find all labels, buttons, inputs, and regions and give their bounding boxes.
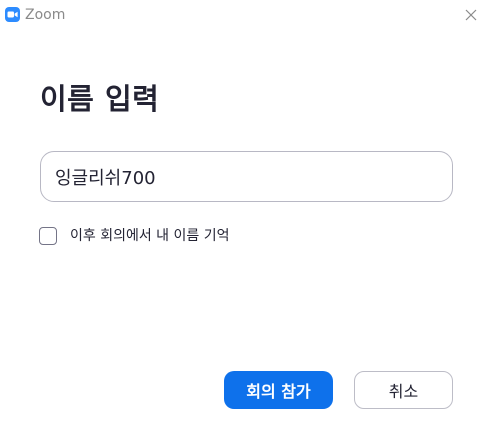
cancel-button[interactable]: 취소 bbox=[354, 371, 453, 409]
join-meeting-dialog: Zoom 이름 입력 이후 회의에서 내 이름 기억 회의 참가 취소 bbox=[0, 0, 491, 448]
close-icon[interactable] bbox=[460, 4, 482, 26]
remember-name-option[interactable]: 이후 회의에서 내 이름 기억 bbox=[39, 225, 229, 247]
window-title: Zoom bbox=[25, 7, 66, 23]
title-bar: Zoom bbox=[0, 0, 491, 30]
page-title: 이름 입력 bbox=[40, 82, 160, 116]
remember-name-checkbox[interactable] bbox=[39, 227, 57, 245]
zoom-camera-icon bbox=[5, 7, 20, 22]
name-input[interactable] bbox=[40, 151, 453, 202]
join-meeting-button[interactable]: 회의 참가 bbox=[224, 371, 333, 409]
remember-name-label: 이후 회의에서 내 이름 기억 bbox=[70, 228, 230, 244]
